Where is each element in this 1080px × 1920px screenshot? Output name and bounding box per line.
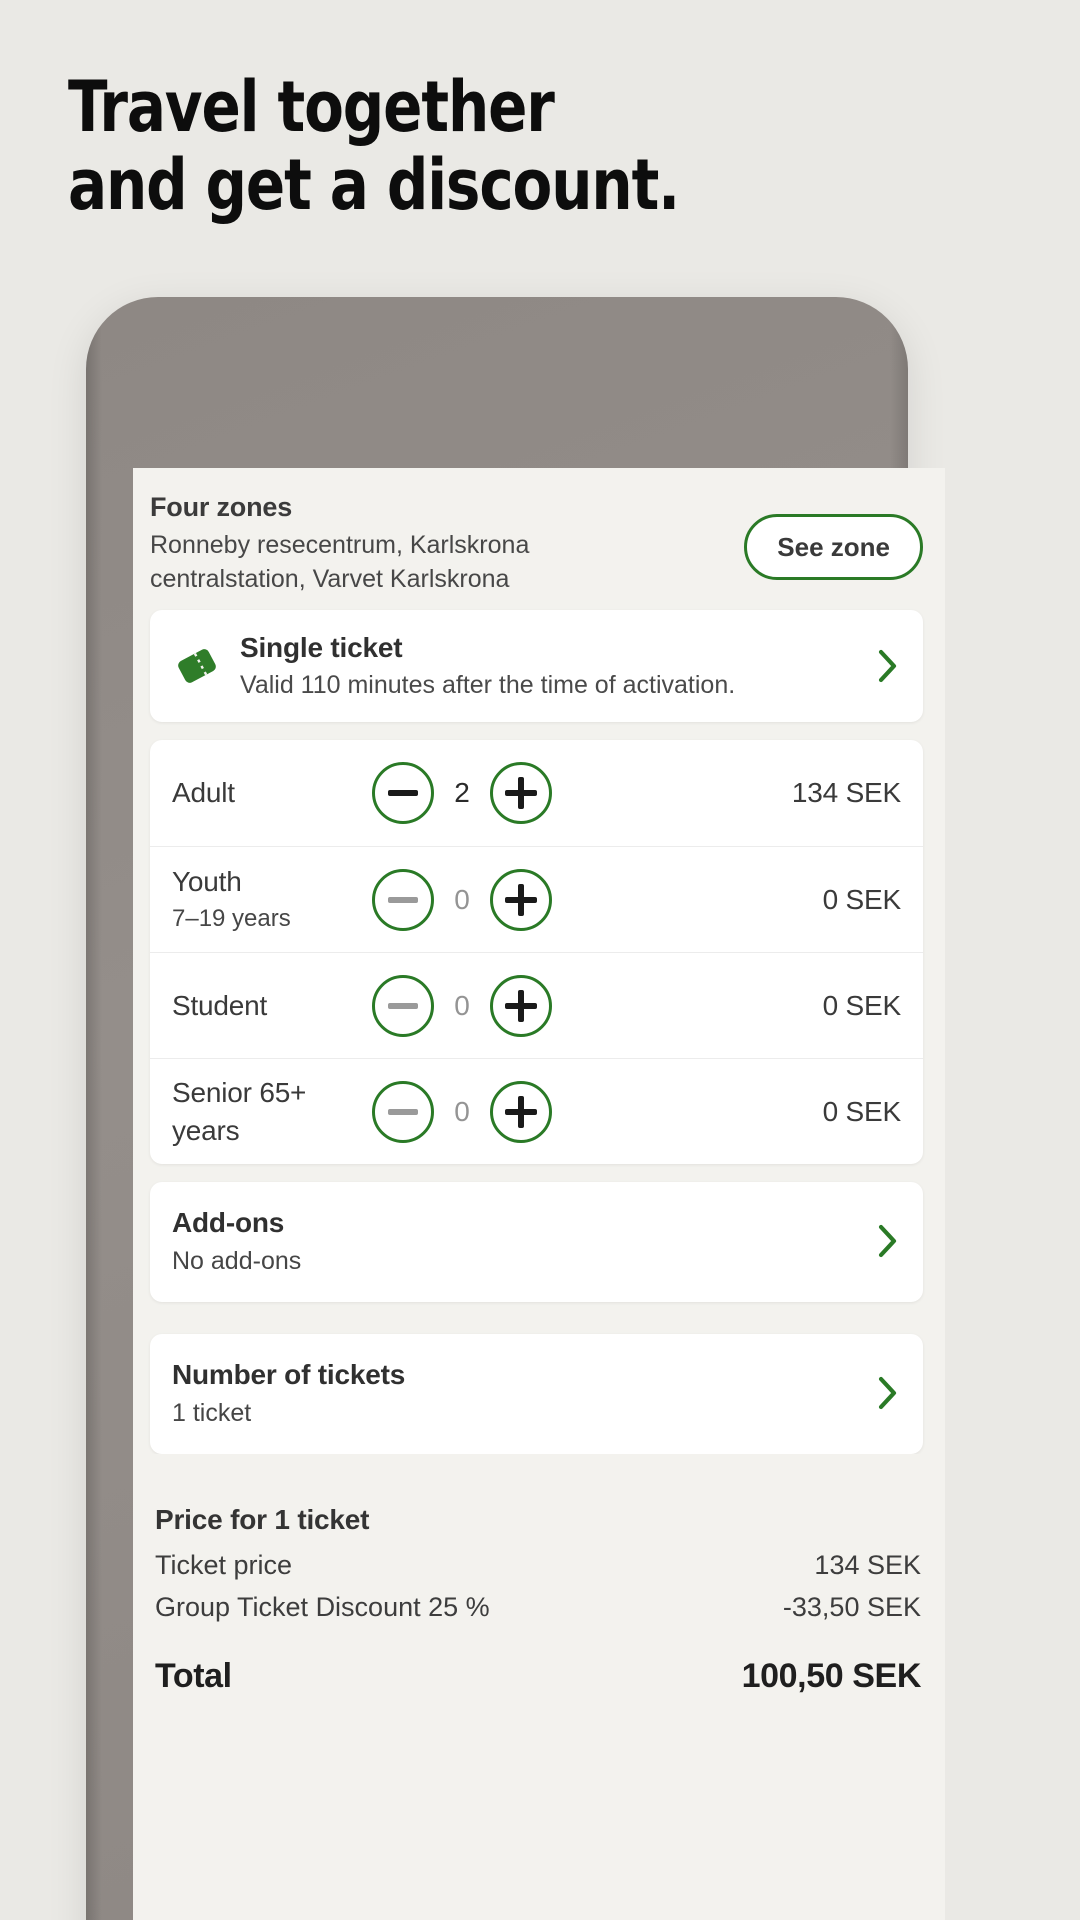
passenger-row-senior: Senior 65+ years 0 0 SEK: [150, 1058, 923, 1164]
zone-texts: Four zones Ronneby resecentrum, Karlskro…: [150, 490, 730, 596]
promo-headline: Travel together and get a discount.: [68, 68, 822, 224]
chevron-right-icon[interactable]: [875, 648, 901, 684]
promo-headline-line-2: and get a discount.: [68, 144, 680, 226]
passenger-name: Senior 65+ years: [172, 1076, 307, 1146]
passenger-row-youth: Youth 7–19 years 0 0 SEK: [150, 846, 923, 952]
number-of-tickets-texts: Number of tickets 1 ticket: [172, 1356, 875, 1430]
passenger-label-senior: Senior 65+ years: [172, 1074, 372, 1150]
zone-stops: Ronneby resecentrum, Karlskrona centrals…: [150, 531, 530, 593]
ticket-icon: [170, 639, 224, 693]
zone-header: Four zones Ronneby resecentrum, Karlskro…: [133, 468, 945, 610]
summary-row-total: Total 100,50 SEK: [155, 1654, 921, 1698]
ticket-type-texts: Single ticket Valid 110 minutes after th…: [240, 630, 859, 702]
number-of-tickets-card[interactable]: Number of tickets 1 ticket: [150, 1334, 923, 1454]
passenger-stepper-student: 0: [372, 974, 552, 1037]
promo-headline-line-1: Travel together: [68, 66, 555, 148]
number-of-tickets-subtitle: 1 ticket: [172, 1399, 252, 1427]
summary-label: Ticket price: [155, 1550, 293, 1580]
passenger-stepper-adult: 2: [372, 762, 552, 824]
passenger-name: Youth: [172, 866, 242, 897]
summary-value: -33,50 SEK: [782, 1592, 921, 1622]
passenger-label-adult: Adult: [172, 774, 372, 812]
passenger-count-youth: 0: [454, 883, 470, 915]
phone-screen: Four zones Ronneby resecentrum, Karlskro…: [133, 468, 945, 1920]
ticket-type-title: Single ticket: [240, 632, 403, 663]
passenger-stepper-youth: 0: [372, 868, 552, 931]
ticket-type-card[interactable]: Single ticket Valid 110 minutes after th…: [150, 610, 923, 722]
addons-card[interactable]: Add-ons No add-ons: [150, 1182, 923, 1302]
addons-title: Add-ons: [172, 1207, 285, 1238]
passenger-name: Student: [172, 989, 268, 1021]
addons-texts: Add-ons No add-ons: [172, 1204, 875, 1278]
passenger-age-range: 7–19 years: [172, 905, 291, 932]
passenger-count-adult: 2: [454, 777, 470, 808]
passenger-row-adult: Adult 2 134 SEK: [150, 740, 923, 846]
summary-row-ticket-price: Ticket price 134 SEK: [155, 1544, 921, 1586]
passenger-price-adult: 134 SEK: [791, 777, 901, 808]
increment-youth-button[interactable]: [490, 868, 552, 931]
decrement-student-button[interactable]: [372, 974, 434, 1037]
decrement-adult-button[interactable]: [372, 762, 434, 824]
addons-subtitle: No add-ons: [172, 1247, 302, 1275]
decrement-senior-button[interactable]: [372, 1080, 434, 1143]
decrement-youth-button[interactable]: [372, 868, 434, 931]
passenger-name: Adult: [172, 777, 235, 808]
chevron-right-icon[interactable]: [875, 1375, 901, 1411]
passenger-count-senior: 0: [454, 1095, 470, 1127]
total-value: 100,50 SEK: [741, 1657, 922, 1695]
price-summary-title: Price for 1 ticket: [155, 1504, 370, 1535]
summary-row-group-discount: Group Ticket Discount 25 % -33,50 SEK: [155, 1586, 921, 1628]
zone-title: Four zones: [150, 492, 293, 522]
increment-adult-button[interactable]: [490, 762, 552, 824]
passenger-stepper-senior: 0: [372, 1080, 552, 1143]
summary-label: Group Ticket Discount 25 %: [155, 1592, 490, 1622]
passenger-row-student: Student 0 0 SEK: [150, 952, 923, 1058]
number-of-tickets-title: Number of tickets: [172, 1359, 406, 1390]
see-zone-button[interactable]: See zone: [744, 514, 923, 580]
passenger-price-youth: 0 SEK: [822, 883, 902, 915]
passenger-price-senior: 0 SEK: [822, 1095, 902, 1127]
passenger-label-student: Student: [172, 987, 372, 1025]
increment-student-button[interactable]: [490, 974, 552, 1037]
passenger-price-student: 0 SEK: [822, 989, 902, 1021]
passenger-label-youth: Youth 7–19 years: [172, 863, 372, 936]
phone-edge-highlight-left: [86, 297, 102, 1920]
total-label: Total: [155, 1657, 232, 1695]
summary-value: 134 SEK: [814, 1550, 921, 1580]
ticket-type-row[interactable]: Single ticket Valid 110 minutes after th…: [150, 610, 923, 722]
increment-senior-button[interactable]: [490, 1080, 552, 1143]
passenger-list-card: Adult 2 134 SEK Youth 7–19 years 0 0 SEK…: [150, 740, 923, 1164]
passenger-count-student: 0: [454, 989, 470, 1021]
price-summary: Price for 1 ticket Ticket price 134 SEK …: [133, 1454, 945, 1698]
chevron-right-icon[interactable]: [875, 1223, 901, 1259]
ticket-type-subtitle: Valid 110 minutes after the time of acti…: [240, 671, 736, 699]
